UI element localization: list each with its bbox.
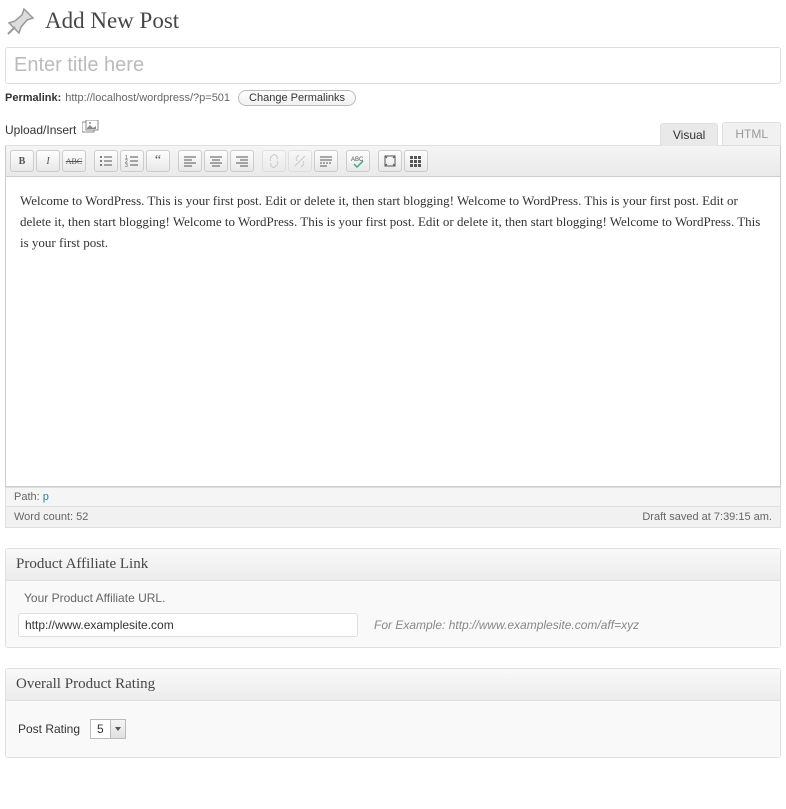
upload-insert-label: Upload/Insert [5,123,76,137]
editor-path-bar: Path: p [5,487,781,507]
editor-toolbar: B I ABC 123 “ ABC [5,146,781,177]
svg-text:3: 3 [125,163,128,168]
numbered-list-button[interactable]: 123 [120,150,144,172]
page-title: Add New Post [45,8,179,34]
rating-value: 5 [91,720,110,738]
kitchen-sink-button[interactable] [404,150,428,172]
editor-content[interactable]: Welcome to WordPress. This is your first… [5,177,781,487]
spellcheck-button[interactable]: ABC [346,150,370,172]
post-title-input[interactable] [5,47,781,84]
path-value[interactable]: p [43,491,49,503]
word-count: Word count: 52 [14,511,88,523]
affiliate-description: Your Product Affiliate URL. [24,591,768,605]
change-permalinks-button[interactable]: Change Permalinks [238,90,356,106]
dropdown-arrow-icon [110,720,125,738]
tab-html[interactable]: HTML [722,122,781,145]
draft-status: Draft saved at 7:39:15 am. [642,511,772,523]
add-media-icon[interactable] [82,120,100,139]
blockquote-button[interactable]: “ [146,150,170,172]
tab-visual[interactable]: Visual [660,123,718,146]
permalink-row: Permalink: http://localhost/wordpress/?p… [5,90,781,106]
align-center-button[interactable] [204,150,228,172]
align-right-button[interactable] [230,150,254,172]
affiliate-example-text: For Example: http://www.examplesite.com/… [374,618,639,632]
affiliate-metabox-title[interactable]: Product Affiliate Link [6,549,780,581]
affiliate-url-input[interactable] [18,613,358,637]
path-label: Path: [14,491,43,503]
bold-button[interactable]: B [10,150,34,172]
more-tag-button[interactable] [314,150,338,172]
rating-metabox-title[interactable]: Overall Product Rating [6,669,780,701]
permalink-label: Permalink: [5,92,61,104]
strikethrough-button[interactable]: ABC [62,150,86,172]
pin-icon [5,5,37,37]
rating-select[interactable]: 5 [90,719,126,739]
permalink-url: http://localhost/wordpress/?p=501 [65,92,230,104]
rating-label: Post Rating [18,722,80,736]
unlink-button[interactable] [288,150,312,172]
italic-button[interactable]: I [36,150,60,172]
link-button[interactable] [262,150,286,172]
fullscreen-button[interactable] [378,150,402,172]
align-left-button[interactable] [178,150,202,172]
bullet-list-button[interactable] [94,150,118,172]
